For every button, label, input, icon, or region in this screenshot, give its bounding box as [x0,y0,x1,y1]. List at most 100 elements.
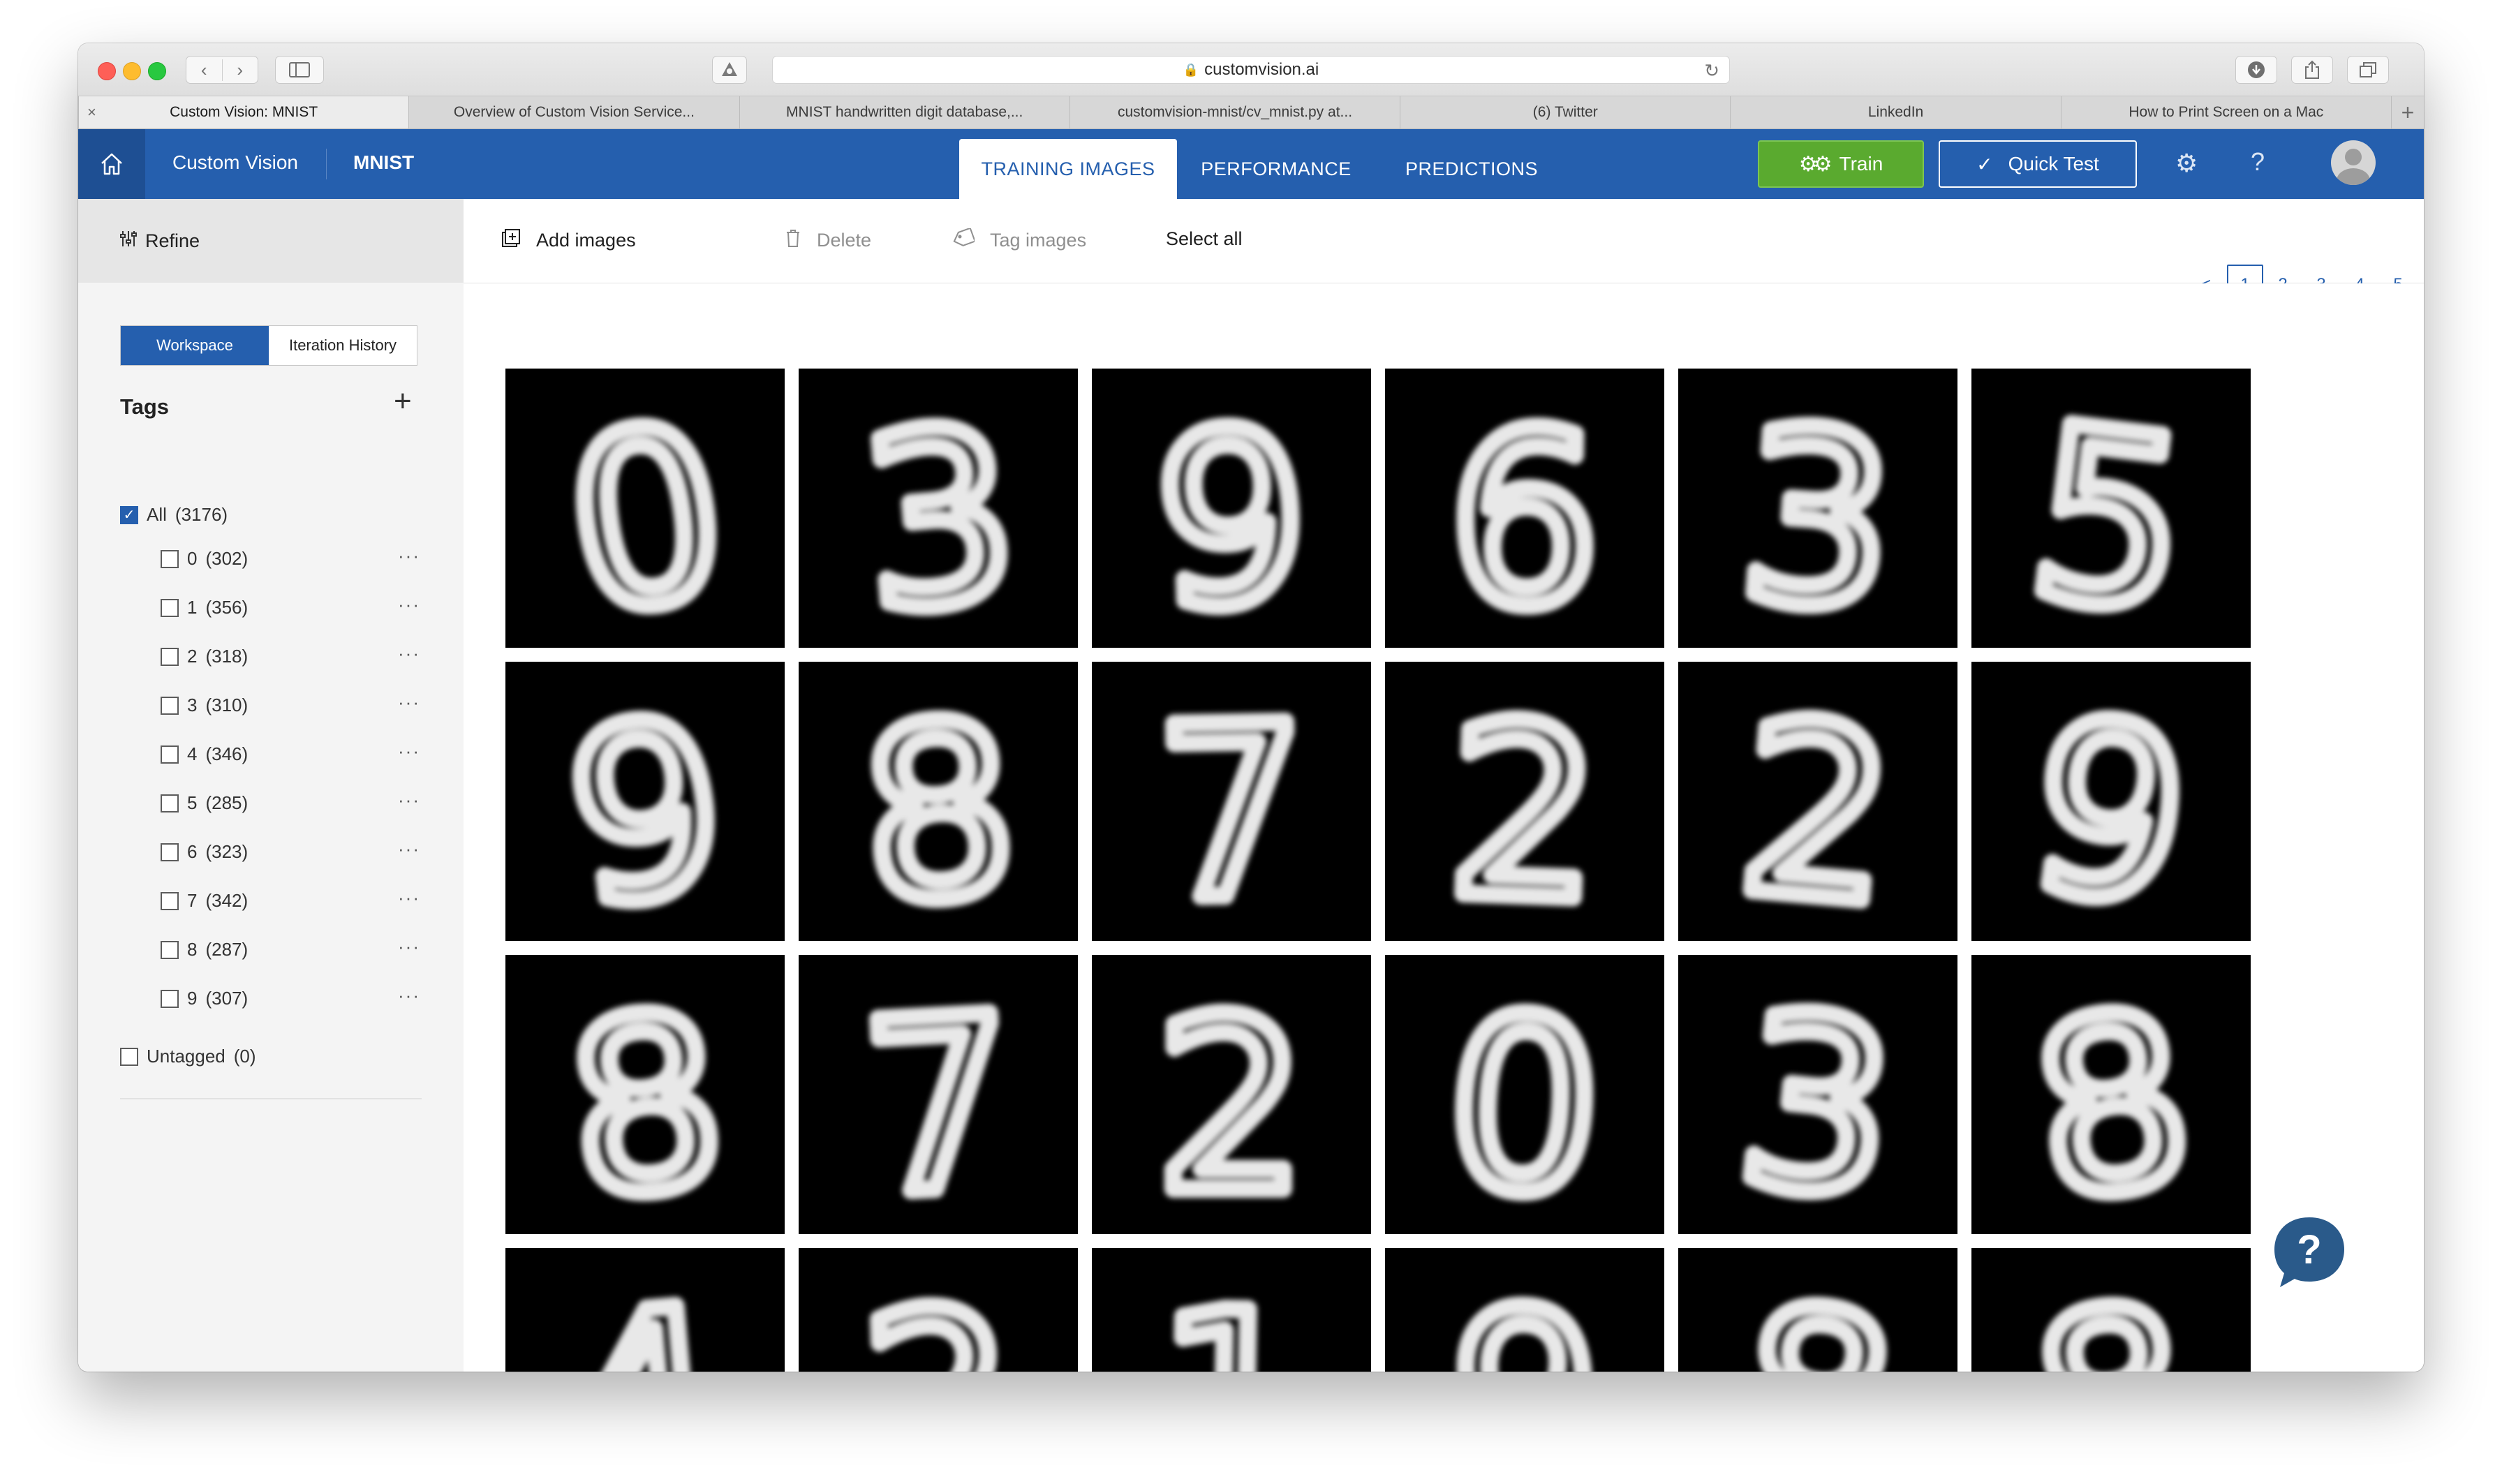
tag-more-options-icon[interactable]: ··· [398,692,420,713]
tag-checkbox[interactable] [161,989,179,1008]
tab-predictions[interactable]: PREDICTIONS [1381,139,1562,199]
training-image-digit-8[interactable]: 8 [1678,1248,1957,1372]
tag-row[interactable]: 7 (342) [161,890,248,912]
tab-performance[interactable]: PERFORMANCE [1192,139,1360,199]
training-image-digit-3[interactable]: 3 [799,369,1078,648]
tag-checkbox[interactable] [161,794,179,813]
training-image-digit-1[interactable]: 1 [1092,1248,1371,1372]
tag-more-options-icon[interactable]: ··· [398,545,420,567]
add-images-button[interactable]: Add images [501,228,636,253]
tag-row[interactable]: 6 (323) [161,841,248,863]
tag-untagged[interactable]: Untagged (0) [120,1046,256,1067]
training-image-digit-0[interactable]: 0 [505,369,785,648]
quick-test-button[interactable]: ✓ Quick Test [1939,140,2137,188]
settings-gear-icon[interactable]: ⚙ [2175,149,2198,178]
select-all-button[interactable]: Select all [1166,228,1243,250]
training-image-digit-8[interactable]: 8 [505,955,785,1234]
tag-all[interactable]: ✓ All (3176) [120,504,228,526]
reload-icon[interactable]: ↻ [1704,60,1719,82]
tag-checkbox[interactable] [161,598,179,617]
tag-row[interactable]: 8 (287) [161,939,248,960]
refine-toggle[interactable]: Refine [78,199,464,283]
browser-tab[interactable]: × Custom Vision: MNIST [78,96,409,128]
help-question-icon[interactable]: ? [2251,147,2265,177]
tag-row[interactable]: 5 (285) [161,792,248,814]
tag-row[interactable]: 9 (307) [161,988,248,1009]
training-image-digit-4[interactable]: 4 [505,1248,785,1372]
tag-more-options-icon[interactable]: ··· [398,594,420,616]
all-checkbox[interactable]: ✓ [120,505,138,524]
project-name[interactable]: MNIST [353,151,414,174]
tag-more-options-icon[interactable]: ··· [398,643,420,665]
tag-row[interactable]: 0 (302) [161,548,248,570]
browser-tab[interactable]: LinkedIn [1730,96,2060,128]
training-image-digit-2[interactable]: 2 [1092,955,1371,1234]
tag-more-options-icon[interactable]: ··· [398,985,420,1007]
training-image-digit-5[interactable]: 5 [1971,369,2251,648]
close-window-button[interactable] [98,62,116,80]
training-image-digit-9[interactable]: 9 [505,662,785,941]
tag-checkbox[interactable] [161,696,179,715]
training-image-digit-8[interactable]: 8 [1971,955,2251,1234]
training-image-digit-9[interactable]: 9 [1971,662,2251,941]
training-image-digit-9[interactable]: 9 [1092,369,1371,648]
tag-more-options-icon[interactable]: ··· [398,936,420,958]
untagged-checkbox[interactable] [120,1047,138,1066]
tag-row[interactable]: 1 (356) [161,597,248,618]
help-chat-button[interactable]: ? [2270,1213,2348,1291]
delete-button[interactable]: Delete [785,228,871,253]
training-image-digit-0[interactable]: 0 [1385,955,1664,1234]
tab-training-images[interactable]: TRAINING IMAGES [959,139,1177,199]
tag-more-options-icon[interactable]: ··· [398,887,420,909]
home-button[interactable] [78,129,145,199]
tag-checkbox[interactable] [161,549,179,568]
train-button[interactable]: ⚙⚙ Train [1758,140,1924,188]
forward-icon[interactable]: › [223,59,258,81]
tag-checkbox[interactable] [161,745,179,764]
add-tag-plus-icon[interactable]: + [394,386,412,417]
training-image-digit-2[interactable]: 2 [799,1248,1078,1372]
tag-checkbox[interactable] [161,843,179,861]
close-tab-icon[interactable]: × [87,103,96,121]
tag-row[interactable]: 3 (310) [161,695,248,716]
tag-checkbox[interactable] [161,940,179,959]
tag-more-options-icon[interactable]: ··· [398,838,420,860]
tag-more-options-icon[interactable]: ··· [398,789,420,811]
privacy-report-button[interactable] [712,56,747,84]
browser-tab[interactable]: How to Print Screen on a Mac [2060,96,2391,128]
browser-tab[interactable]: MNIST handwritten digit database,... [739,96,1069,128]
app-brand[interactable]: Custom Vision [172,151,298,174]
back-icon[interactable]: ‹ [186,59,223,81]
browser-tab[interactable]: Overview of Custom Vision Service... [408,96,739,128]
avatar[interactable] [2331,140,2376,185]
iteration-history-tab[interactable]: Iteration History [269,326,417,365]
training-image-digit-3[interactable]: 3 [1678,955,1957,1234]
tag-more-options-icon[interactable]: ··· [398,741,420,762]
tab-overview-button[interactable] [2347,56,2389,84]
new-tab-icon[interactable]: + [2390,96,2424,128]
zoom-window-button[interactable] [148,62,166,80]
tag-images-button[interactable]: Tag images [952,227,1086,253]
tag-checkbox[interactable] [161,891,179,910]
share-button[interactable] [2291,56,2333,84]
browser-tab[interactable]: customvision-mnist/cv_mnist.py at... [1069,96,1400,128]
minimize-window-button[interactable] [123,62,141,80]
training-image-digit-8[interactable]: 8 [1971,1248,2251,1372]
tag-row[interactable]: 4 (346) [161,743,248,765]
browser-tab[interactable]: (6) Twitter [1400,96,1730,128]
training-image-digit-7[interactable]: 7 [799,955,1078,1234]
training-image-digit-9[interactable]: 9 [1385,1248,1664,1372]
tags-sidebar: Refine Workspace Iteration History Tags … [78,199,464,1372]
address-bar[interactable]: 🔒 customvision.ai ↻ [772,56,1730,84]
downloads-button[interactable] [2235,56,2277,84]
training-image-digit-2[interactable]: 2 [1385,662,1664,941]
training-image-digit-7[interactable]: 7 [1092,662,1371,941]
sidebar-toggle-button[interactable] [275,56,324,84]
training-image-digit-2[interactable]: 2 [1678,662,1957,941]
workspace-tab[interactable]: Workspace [121,326,269,365]
tag-row[interactable]: 2 (318) [161,646,248,667]
tag-checkbox[interactable] [161,647,179,666]
training-image-digit-8[interactable]: 8 [799,662,1078,941]
training-image-digit-6[interactable]: 6 [1385,369,1664,648]
training-image-digit-3[interactable]: 3 [1678,369,1957,648]
